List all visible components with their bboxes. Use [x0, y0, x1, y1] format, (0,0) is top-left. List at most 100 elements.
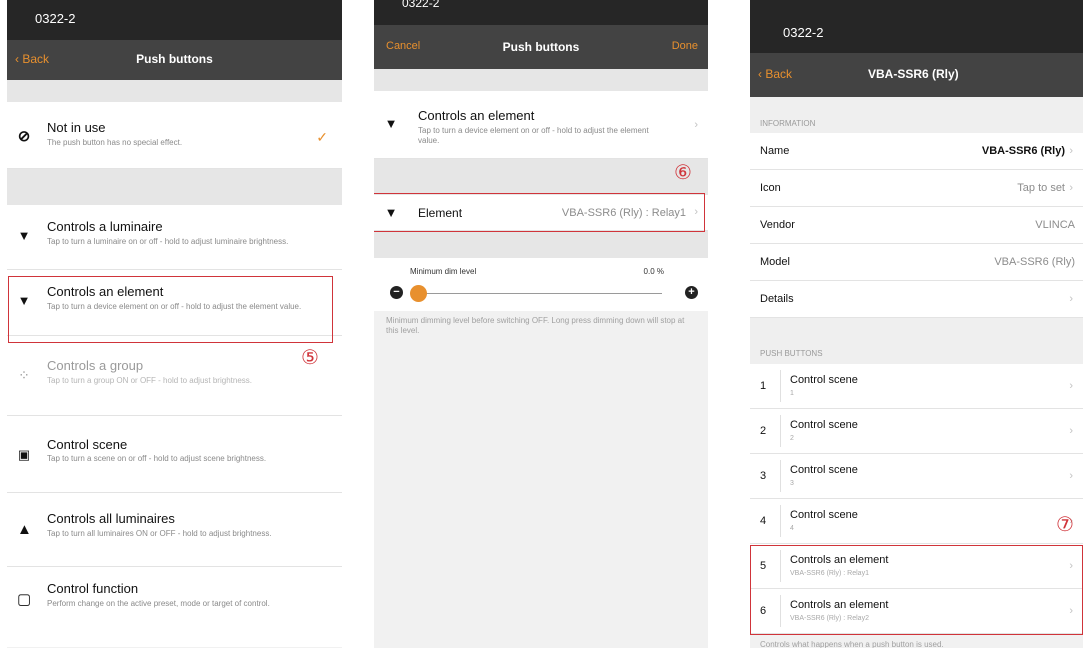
push-buttons-footer: Controls what happens when a push button… — [760, 640, 944, 648]
highlight-box-step5 — [8, 276, 333, 343]
info-label: Icon — [760, 182, 781, 194]
option-not-in-use[interactable]: ⊘ Not in use The push button has no spec… — [7, 102, 342, 169]
callout-number-5: ⑤ — [301, 347, 319, 369]
option-desc: Tap to turn a device element on or off -… — [418, 126, 649, 145]
screen-push-button-element: 0322-2 Cancel Push buttons Done ▼ Contro… — [374, 0, 708, 648]
push-button-row-4[interactable]: 4 Control scene 4 › — [750, 499, 1083, 544]
status-bar: 0322-2 — [7, 0, 342, 40]
status-title: 0322-2 — [402, 0, 440, 10]
nav-title: Push buttons — [136, 52, 213, 66]
push-button-title: Control scene — [790, 464, 858, 476]
back-label: Back — [765, 67, 793, 81]
option-title: Not in use — [47, 120, 106, 135]
status-bar: 0322-2 — [750, 0, 1083, 53]
push-button-title: Control scene — [790, 419, 858, 431]
row-divider — [780, 460, 781, 492]
section-gap — [7, 80, 342, 102]
push-button-row-1[interactable]: 1 Control scene 1 › — [750, 364, 1083, 409]
callout-number-7: ⑦ — [1056, 514, 1074, 536]
option-desc: Tap to turn all luminaires ON or OFF - h… — [47, 529, 272, 538]
option-desc: Tap to turn a luminaire on or off - hold… — [47, 237, 289, 246]
option-title: Controls a group — [47, 358, 144, 373]
luminaire-icon: ▼ — [384, 116, 398, 131]
callout-number-6: ⑥ — [674, 162, 692, 184]
option-title: Control function — [47, 581, 139, 596]
back-button[interactable]: ‹ Back — [758, 67, 792, 81]
chevron-right-icon: › — [1069, 380, 1073, 392]
push-button-title: Control scene — [790, 374, 858, 386]
min-dim-label: Minimum dim level — [410, 267, 477, 276]
info-value: Tap to set — [1017, 182, 1065, 194]
push-button-row-2[interactable]: 2 Control scene 2 › — [750, 409, 1083, 454]
status-title: 0322-2 — [783, 25, 824, 40]
min-dim-panel: Minimum dim level 0.0 % − + — [374, 258, 708, 311]
section-gap — [374, 231, 708, 258]
option-controls-luminaire[interactable]: ▼ Controls a luminaire Tap to turn a lum… — [7, 205, 342, 270]
push-button-subtitle: 4 — [790, 525, 794, 532]
info-label: Name — [760, 145, 790, 157]
nav-bar: ‹ Back Push buttons — [7, 40, 342, 80]
option-desc: Tap to turn a scene on or off - hold to … — [47, 454, 267, 463]
option-title: Controls all luminaires — [47, 511, 175, 526]
screen-push-buttons-options: 0322-2 ‹ Back Push buttons ⊘ Not in use … — [7, 0, 342, 648]
option-desc: The push button has no special effect. — [47, 138, 183, 147]
status-title: 0322-2 — [35, 11, 76, 26]
section-gap — [7, 169, 342, 205]
min-dim-slider-knob[interactable] — [410, 285, 427, 302]
info-row-icon[interactable]: Icon Tap to set › — [750, 170, 1083, 207]
group-icon: ⁘ — [18, 367, 30, 383]
option-controls-all-luminaires[interactable]: ▲ Controls all luminaires Tap to turn al… — [7, 493, 342, 567]
done-button[interactable]: Done — [672, 40, 698, 52]
option-controls-group[interactable]: ⁘ Controls a group Tap to turn a group O… — [7, 336, 342, 416]
push-buttons-header: PUSH BUTTONS — [750, 318, 1083, 364]
info-label: Vendor — [760, 219, 795, 231]
luminaire-icon: ▼ — [17, 228, 31, 243]
push-button-subtitle: 1 — [790, 390, 794, 397]
info-row-name[interactable]: Name VBA-SSR6 (Rly) › — [750, 133, 1083, 170]
clapperboard-icon: ▣ — [17, 447, 31, 462]
chevron-right-icon: › — [1069, 470, 1073, 482]
highlight-box-step7 — [750, 545, 1083, 635]
info-row-vendor: Vendor VLINCA — [750, 207, 1083, 244]
increase-button[interactable]: + — [685, 286, 698, 299]
info-value: VBA-SSR6 (Rly) — [994, 256, 1075, 268]
push-button-number: 3 — [760, 470, 767, 482]
info-row-details[interactable]: Details › — [750, 281, 1083, 318]
min-dim-value: 0.0 % — [643, 267, 664, 276]
function-icon: ▢ — [17, 591, 32, 608]
push-button-number: 1 — [760, 380, 767, 392]
nav-title: Push buttons — [502, 40, 580, 54]
min-dim-slider-track[interactable] — [412, 293, 662, 294]
nav-bar: Cancel Push buttons Done — [374, 25, 708, 69]
section-gap — [374, 159, 708, 195]
option-desc: Tap to turn a group ON or OFF - hold to … — [47, 376, 252, 385]
push-button-title: Control scene — [790, 509, 858, 521]
option-controls-element[interactable]: ▼ Controls an element Tap to turn a devi… — [374, 91, 708, 159]
information-header: INFORMATION — [750, 97, 1083, 133]
row-divider — [780, 415, 781, 447]
push-button-number: 2 — [760, 425, 767, 437]
info-label: Details — [760, 293, 794, 305]
no-entry-icon: ⊘ — [17, 128, 31, 145]
decrease-button[interactable]: − — [390, 286, 403, 299]
checkmark-icon: ✓ — [316, 129, 328, 145]
option-desc: Perform change on the active preset, mod… — [47, 599, 270, 608]
nav-bar: ‹ Back VBA-SSR6 (Rly) — [750, 53, 1083, 97]
chevron-right-icon: › — [694, 119, 698, 131]
screen-device-detail: 0322-2 ‹ Back VBA-SSR6 (Rly) INFORMATION… — [750, 0, 1083, 648]
min-dim-footnote: Minimum dimming level before switching O… — [386, 316, 685, 335]
push-button-row-3[interactable]: 3 Control scene 3 › — [750, 454, 1083, 499]
row-divider — [780, 370, 781, 402]
chevron-right-icon: › — [1069, 293, 1073, 305]
option-control-scene[interactable]: ▣ Control scene Tap to turn a scene on o… — [7, 416, 342, 493]
chevron-right-icon: › — [1069, 425, 1073, 437]
option-title: Control scene — [47, 437, 128, 452]
all-luminaires-icon: ▲ — [17, 521, 32, 538]
push-button-subtitle: 2 — [790, 435, 794, 442]
option-control-function[interactable]: ▢ Control function Perform change on the… — [7, 567, 342, 647]
info-value: VLINCA — [1035, 219, 1075, 231]
option-title: Controls an element — [418, 108, 535, 123]
section-gap — [374, 69, 708, 91]
info-row-model: Model VBA-SSR6 (Rly) — [750, 244, 1083, 281]
info-label: Model — [760, 256, 790, 268]
